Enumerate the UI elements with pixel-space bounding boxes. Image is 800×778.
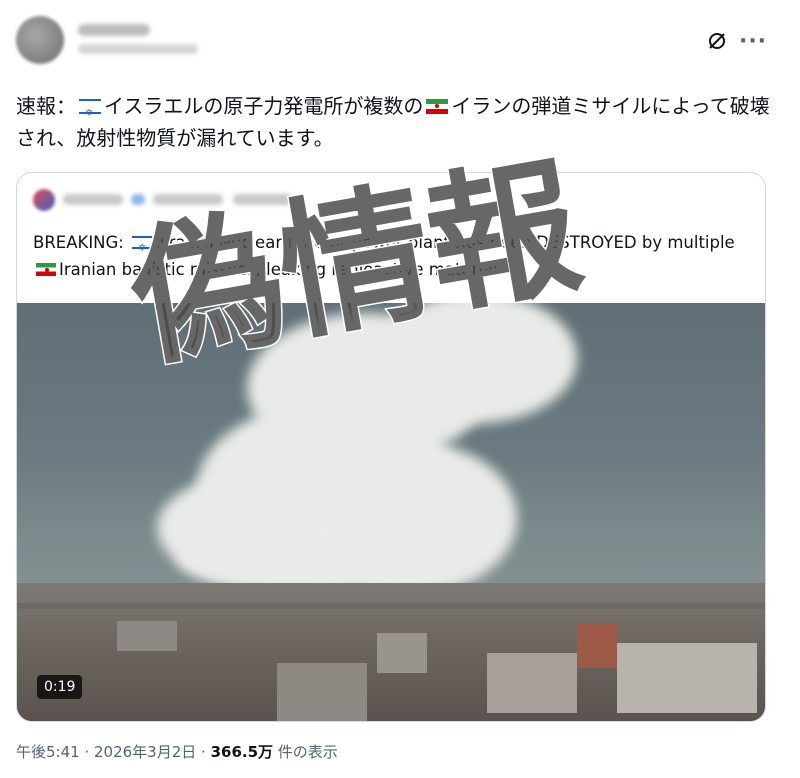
- quoted-date-blurred: [233, 194, 293, 205]
- view-count[interactable]: 366.5万: [211, 743, 273, 761]
- separator: ·: [196, 743, 211, 761]
- quote-text-part1: BREAKING:: [33, 233, 130, 252]
- quote-text-part3: Iranian ballistic missiles, leaking radi…: [59, 260, 503, 279]
- quoted-tweet-card[interactable]: BREAKING: Israel's Nuclear reactor power…: [16, 172, 766, 722]
- video-player[interactable]: 0:19: [17, 303, 765, 721]
- grok-icon[interactable]: [704, 28, 730, 54]
- author-handle-blurred[interactable]: [78, 44, 198, 54]
- author-avatar[interactable]: [16, 16, 64, 64]
- author-name-blurred[interactable]: [78, 24, 150, 36]
- post-time[interactable]: 午後5:41: [16, 743, 80, 761]
- slashed-circle-icon: [709, 33, 725, 49]
- iran-flag-icon: [426, 99, 449, 114]
- tweet-text: 速報：イスラエルの原子力発電所が複数のイランの弾道ミサイルによって破壊され、放射…: [16, 90, 776, 154]
- separator: ·: [79, 743, 94, 761]
- quoted-tweet-header: [33, 189, 353, 211]
- video-duration: 0:19: [37, 675, 83, 699]
- verified-badge-icon: [131, 194, 145, 205]
- israel-flag-icon: [79, 98, 101, 130]
- quoted-tweet-text: BREAKING: Israel's Nuclear reactor power…: [33, 229, 751, 283]
- view-count-label: 件の表示: [273, 743, 338, 761]
- quoted-author-handle-blurred: [153, 194, 223, 205]
- more-icon[interactable]: ···: [739, 28, 766, 54]
- quote-text-part2: Israel's Nuclear reactor power plant has…: [155, 233, 735, 252]
- tweet-text-part2: イスラエルの原子力発電所が複数の: [104, 94, 424, 118]
- tweet-header: ···: [16, 10, 786, 70]
- post-date[interactable]: 2026年3月2日: [94, 743, 196, 761]
- quoted-author-name-blurred: [63, 194, 123, 205]
- tweet-footer: 午後5:41 · 2026年3月2日 · 366.5万 件の表示: [16, 741, 338, 762]
- iran-flag-icon: [36, 263, 56, 276]
- tweet-text-part1: 速報：: [16, 94, 76, 118]
- israel-flag-icon: [132, 235, 153, 262]
- quoted-author-avatar: [33, 189, 55, 211]
